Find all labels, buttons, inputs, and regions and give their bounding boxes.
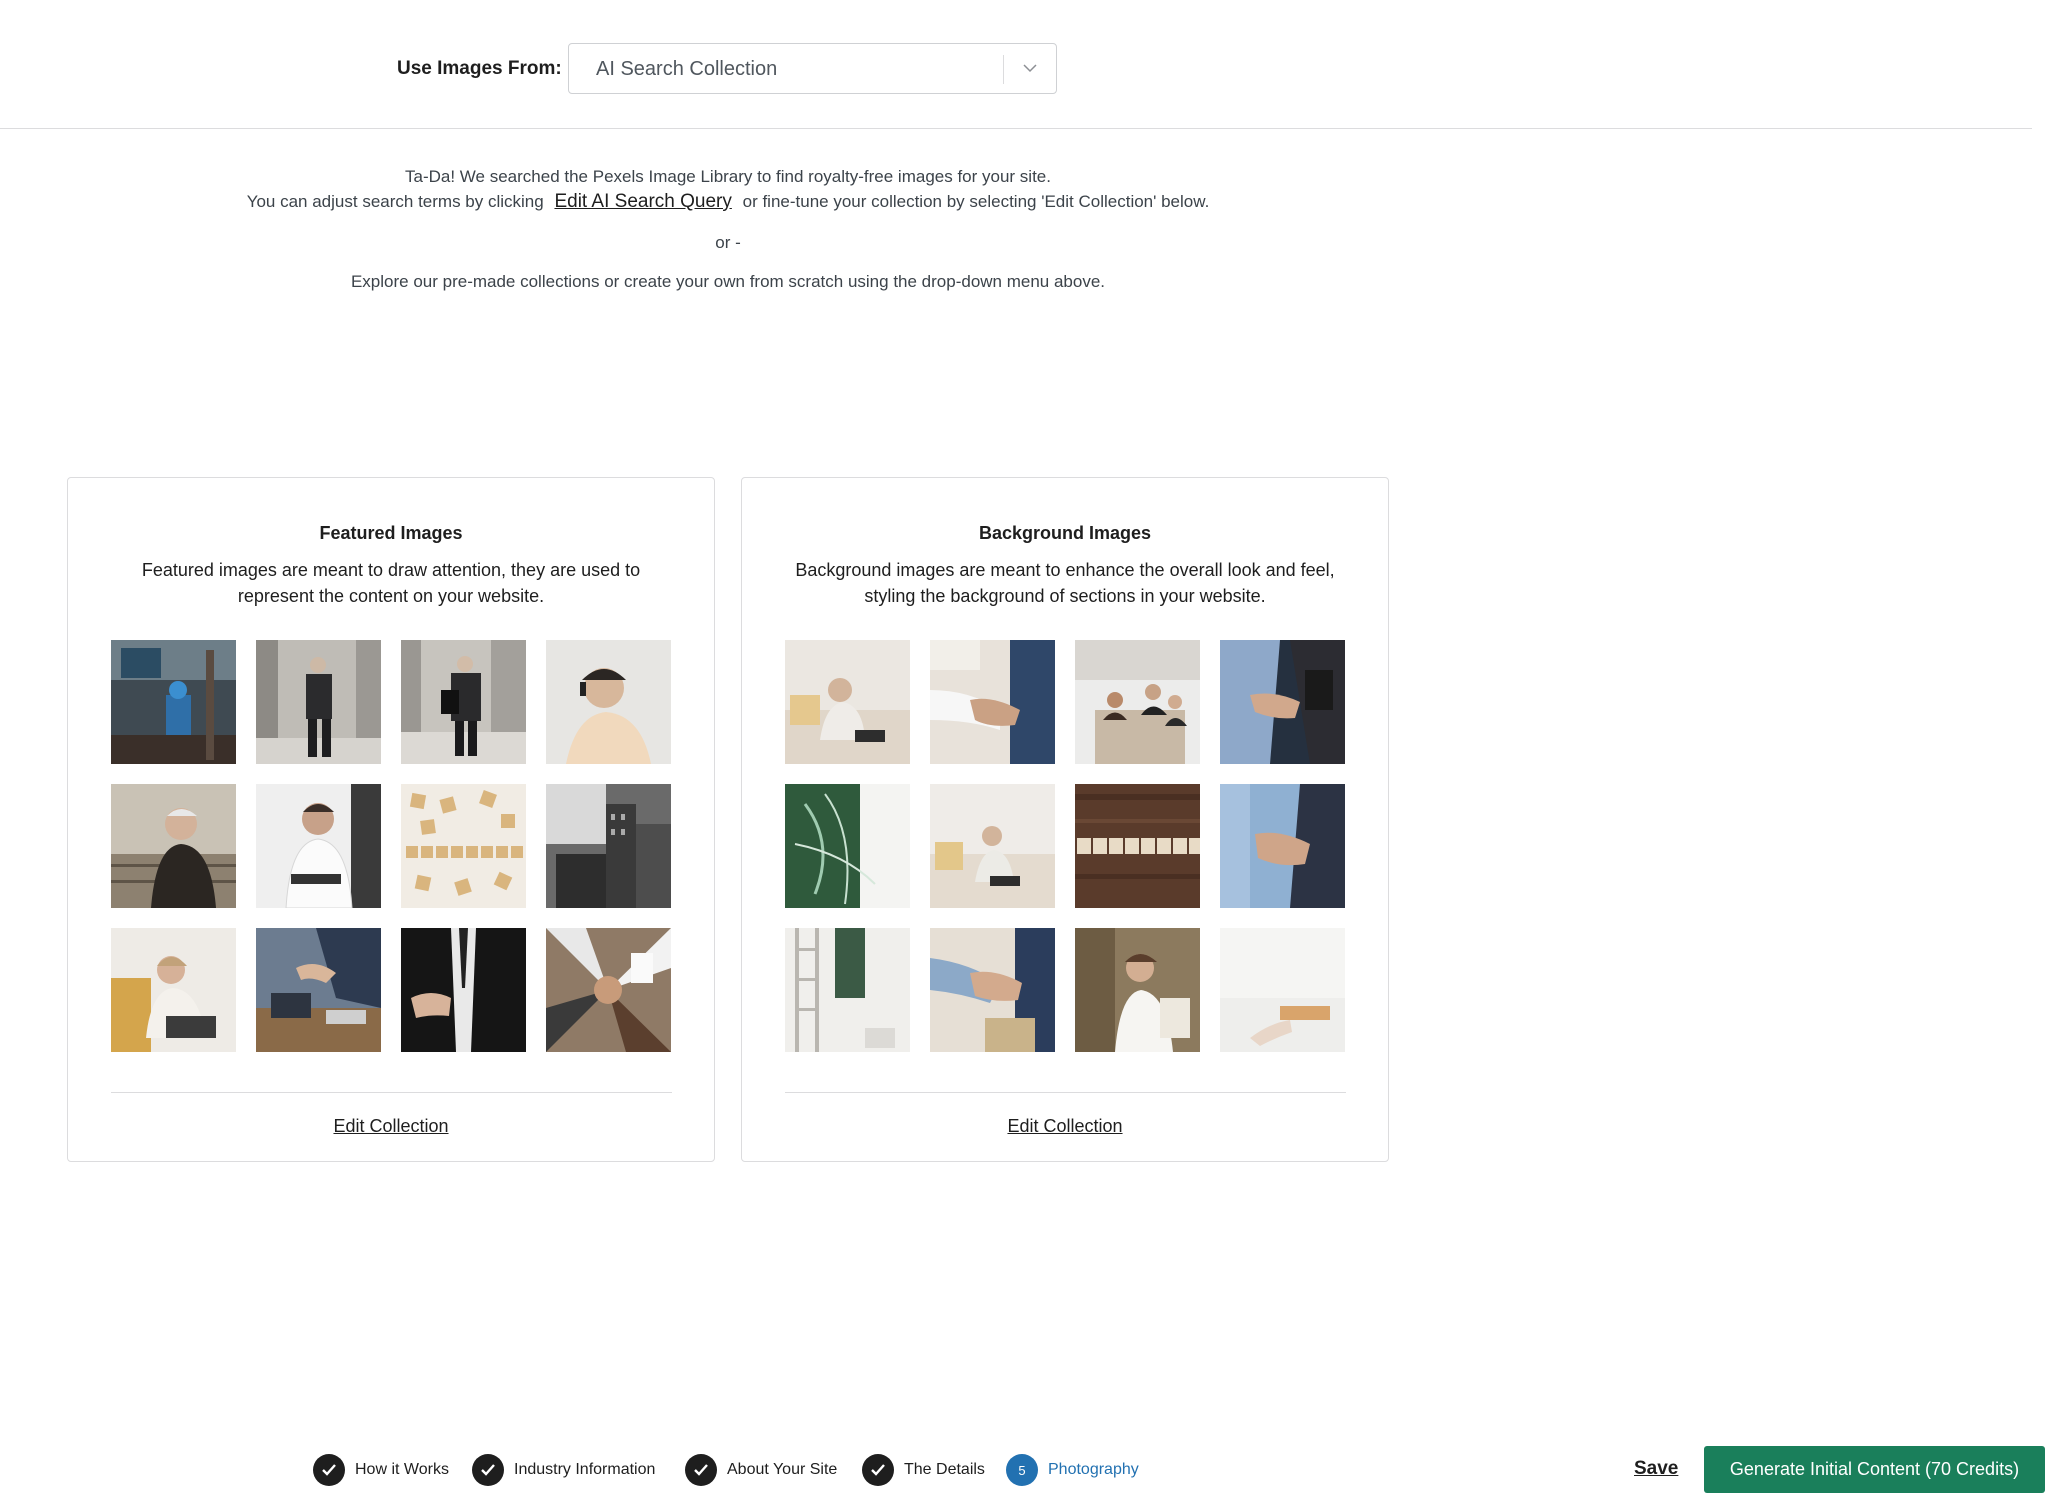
- background-image[interactable]: [1075, 928, 1200, 1052]
- intro-line-2: You can adjust search terms by clicking …: [0, 191, 1456, 213]
- intro-line-3: Explore our pre-made collections or crea…: [350, 272, 1106, 291]
- step-label: Industry Information: [514, 1461, 656, 1478]
- chevron-down-icon[interactable]: [1019, 57, 1041, 79]
- featured-card-separator: [111, 1092, 672, 1093]
- featured-image[interactable]: [256, 784, 381, 908]
- featured-image[interactable]: [546, 928, 671, 1052]
- step-label: How it Works: [355, 1461, 449, 1478]
- background-image[interactable]: [1075, 640, 1200, 764]
- intro-line-1: Ta-Da! We searched the Pexels Image Libr…: [405, 167, 1051, 186]
- step-label: The Details: [904, 1461, 985, 1478]
- select-divider: [1003, 55, 1004, 84]
- intro-line-2-after: or fine-tune your collection by selectin…: [742, 192, 1210, 211]
- featured-image[interactable]: [401, 640, 526, 764]
- background-image[interactable]: [930, 640, 1055, 764]
- check-icon: [472, 1454, 504, 1486]
- background-image[interactable]: [1220, 640, 1345, 764]
- generate-initial-content-button[interactable]: Generate Initial Content (70 Credits): [1704, 1446, 2045, 1493]
- edit-ai-search-query-link[interactable]: Edit AI Search Query: [554, 191, 731, 212]
- featured-image[interactable]: [111, 640, 236, 764]
- background-images-card: Background Images Background images are …: [741, 477, 1389, 1162]
- image-source-select[interactable]: AI Search Collection: [568, 43, 1057, 94]
- featured-edit-collection-link[interactable]: Edit Collection: [68, 1116, 714, 1137]
- featured-image[interactable]: [111, 784, 236, 908]
- background-image[interactable]: [785, 928, 910, 1052]
- step-label: Photography: [1048, 1461, 1139, 1478]
- step-the-details[interactable]: The Details: [862, 1452, 985, 1488]
- background-image[interactable]: [785, 784, 910, 908]
- background-image[interactable]: [1075, 784, 1200, 908]
- featured-images-card: Featured Images Featured images are mean…: [67, 477, 715, 1162]
- background-image[interactable]: [930, 928, 1055, 1052]
- background-images-grid: [785, 640, 1345, 1052]
- background-image[interactable]: [785, 640, 910, 764]
- step-about-your-site[interactable]: About Your Site: [685, 1452, 837, 1488]
- image-source-bar: Use Images From: AI Search Collection: [0, 0, 2032, 129]
- image-source-select-value: AI Search Collection: [596, 58, 778, 80]
- featured-images-description: Featured images are meant to draw attent…: [141, 560, 641, 606]
- featured-image[interactable]: [546, 784, 671, 908]
- step-how-it-works[interactable]: How it Works: [313, 1452, 449, 1488]
- intro-line-2-before: You can adjust search terms by clicking: [246, 192, 544, 211]
- check-icon: [313, 1454, 345, 1486]
- intro-or: or -: [715, 233, 741, 252]
- background-images-description: Background images are meant to enhance t…: [795, 560, 1335, 606]
- background-edit-collection-link[interactable]: Edit Collection: [742, 1116, 1388, 1137]
- step-industry-information[interactable]: Industry Information: [472, 1452, 655, 1488]
- featured-images-title: Featured Images: [319, 523, 463, 543]
- check-icon: [862, 1454, 894, 1486]
- background-image[interactable]: [1220, 784, 1345, 908]
- background-card-separator: [785, 1092, 1346, 1093]
- background-image[interactable]: [930, 784, 1055, 908]
- featured-images-grid: [111, 640, 671, 1052]
- step-number-badge: 5: [1006, 1454, 1038, 1486]
- featured-image[interactable]: [401, 928, 526, 1052]
- background-image[interactable]: [1220, 928, 1345, 1052]
- featured-image[interactable]: [546, 640, 671, 764]
- save-button[interactable]: Save: [1634, 1458, 1678, 1480]
- step-label: About Your Site: [727, 1461, 838, 1478]
- featured-image[interactable]: [111, 928, 236, 1052]
- featured-image[interactable]: [401, 784, 526, 908]
- step-photography[interactable]: 5 Photography: [1006, 1452, 1139, 1488]
- use-images-from-label: Use Images From:: [397, 58, 562, 79]
- check-icon: [685, 1454, 717, 1486]
- featured-image[interactable]: [256, 640, 381, 764]
- featured-image[interactable]: [256, 928, 381, 1052]
- background-images-title: Background Images: [978, 523, 1152, 543]
